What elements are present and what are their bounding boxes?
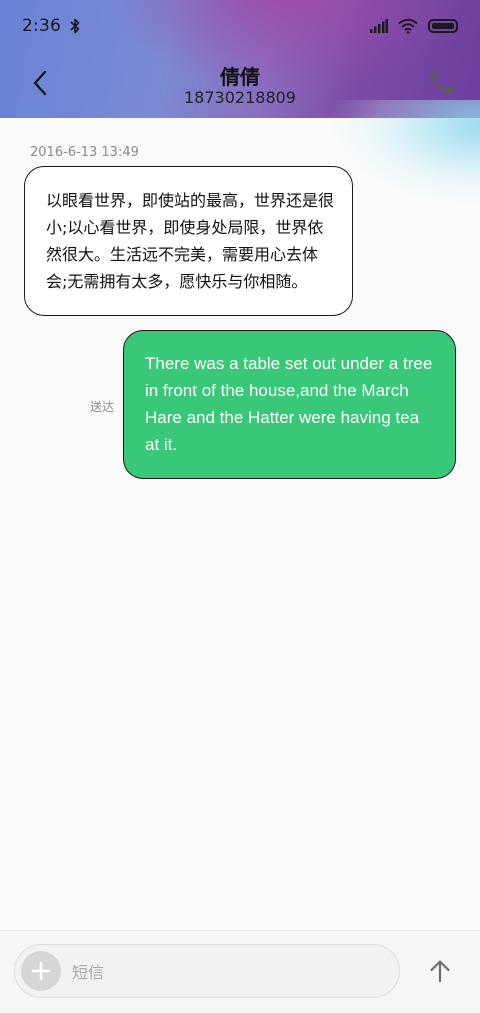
send-button[interactable] (426, 956, 454, 986)
status-icons (370, 18, 458, 34)
contact-name: 倩倩 (220, 65, 260, 89)
status-bar: 2:36 (0, 0, 480, 52)
incoming-message-bubble[interactable]: 以眼看世界，即使站的最高，世界还是很 小;以心看世界，即使身处局限，世界依 然很… (24, 166, 353, 316)
arrow-up-icon (430, 960, 450, 983)
plus-icon (31, 961, 51, 981)
message-line: 小;以心看世界，即使身处局限，世界依 (46, 218, 324, 237)
delivery-status: 送达 (90, 400, 115, 414)
add-attachment-button[interactable] (21, 951, 61, 991)
cellular-signal-icon (370, 19, 388, 33)
phone-icon (430, 71, 453, 94)
message-line: 然很大。生活远不完美，需要用心去体 (46, 245, 319, 264)
sms-conversation-screen: 2:36 倩倩 18730218809 2016-6-13 13:49 以眼看世… (0, 0, 480, 1013)
battery-icon (428, 19, 458, 33)
call-button[interactable] (426, 68, 456, 98)
message-timestamp: 2016-6-13 13:49 (30, 145, 139, 160)
bluetooth-icon (70, 18, 80, 34)
status-time: 2:36 (22, 16, 61, 36)
message-input[interactable] (72, 958, 382, 986)
message-line: Hare and the Hatter were having tea (145, 408, 420, 427)
wifi-icon (398, 18, 418, 34)
contact-number: 18730218809 (184, 88, 296, 107)
message-line: at it. (145, 435, 178, 454)
outgoing-message-bubble[interactable]: There was a table set out under a tree i… (123, 330, 456, 479)
message-line: 会;无需拥有太多，愿快乐与你相随。 (46, 272, 308, 291)
battery-level (432, 23, 454, 29)
message-line: 以眼看世界，即使站的最高，世界还是很 (46, 191, 335, 210)
message-line: There was a table set out under a tree (145, 354, 433, 373)
message-line: in front of the house,and the March (145, 381, 409, 400)
